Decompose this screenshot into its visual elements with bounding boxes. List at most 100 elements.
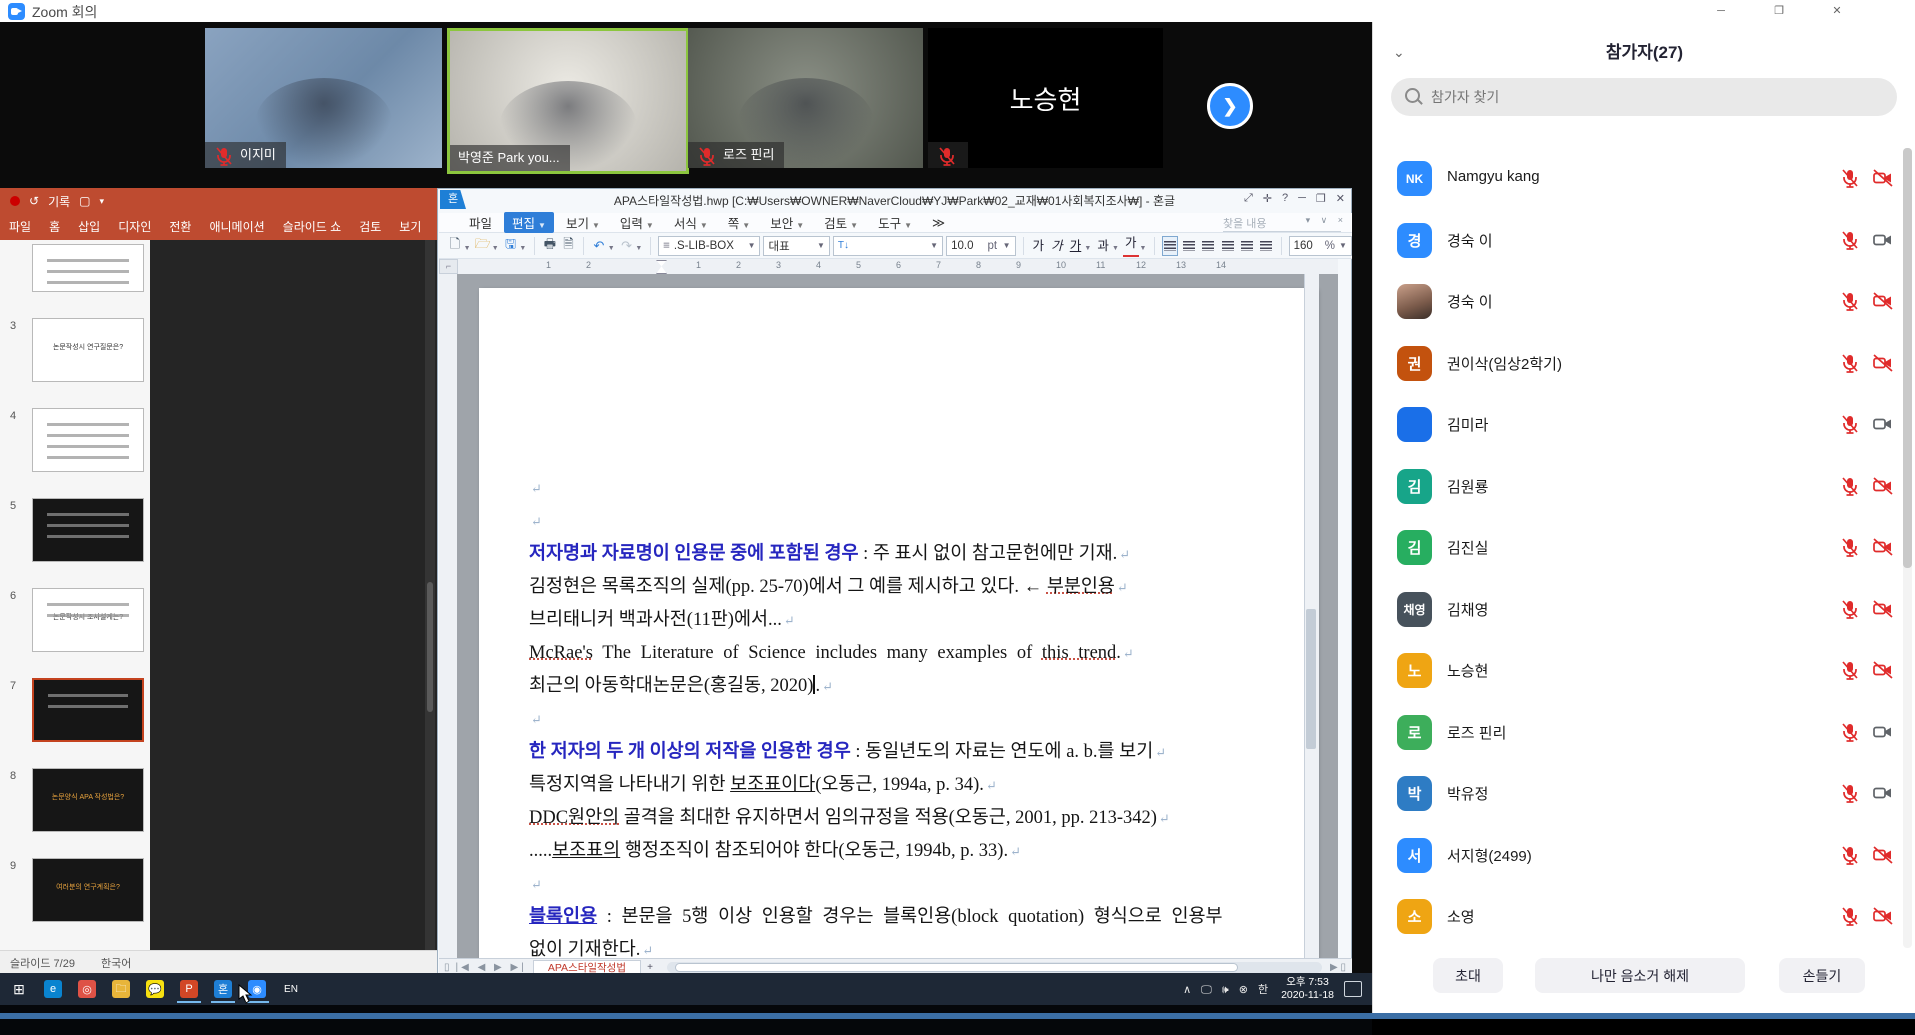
participant-row[interactable]: 김미라 [1373,394,1915,455]
participant-row[interactable]: NKNamgyu kang [1373,148,1915,209]
undo-icon[interactable]: ↺ [29,194,39,208]
paragraph-style-combo[interactable]: ≡.S-LIB-BOX▼ [658,236,760,256]
open-button[interactable]: 🗁 [475,236,491,256]
action-center-icon[interactable] [1344,981,1362,997]
hwp-vscrollbar-thumb[interactable] [1306,609,1316,749]
highlight-button[interactable]: 가 [1123,235,1139,257]
taskbar-kakaotalk-icon[interactable]: 💬 [140,975,170,1003]
maximize-button[interactable]: ❐ [1759,0,1799,22]
panel-scrollbar-thumb[interactable] [1903,148,1912,568]
font-size-combo[interactable]: 10.0pt▼ [946,236,1016,256]
style-combo[interactable]: 대표▼ [763,236,829,256]
participant-search-input[interactable] [1391,78,1897,116]
hwp-menu-파일[interactable]: 파일 [461,212,500,233]
hwp-menu-입력[interactable]: 입력▼ [612,212,662,233]
tray-icon[interactable]: 한 [1258,984,1268,996]
hwp-menu-보기[interactable]: 보기▼ [558,212,608,233]
hwp-menu-검토[interactable]: 검토▼ [816,212,866,233]
save-icon[interactable]: ▢ [79,194,90,208]
ppt-menu-보기[interactable]: 보기 [390,214,430,240]
slide-thumbnail[interactable] [32,498,144,562]
align-button-2[interactable] [1200,236,1216,256]
raise-hand-button[interactable]: 손들기 [1779,958,1865,993]
underline-button[interactable]: 가 [1068,236,1084,256]
taskbar-clock[interactable]: 오후 7:532020-11-18 [1281,976,1334,1002]
participant-row[interactable]: 경숙 이 [1373,271,1915,332]
tray-icon[interactable]: ⊗ [1239,984,1248,996]
video-tile[interactable]: 로즈 핀리 [688,28,923,168]
slide-thumbnail[interactable] [32,678,144,742]
italic-button[interactable]: 가 [1049,236,1065,256]
line-spacing-combo[interactable]: 160%▼ [1289,236,1352,256]
invite-button[interactable]: 초대 [1433,958,1503,993]
video-tile[interactable]: 노승현 [928,28,1163,168]
hwp-menu-서식[interactable]: 서식▼ [666,212,716,233]
slide-thumbnail[interactable]: 논문작성시 연구질문은? [32,318,144,382]
participant-row[interactable]: 박박유정 [1373,763,1915,824]
align-button-4[interactable] [1239,236,1255,256]
chevron-down-icon[interactable]: ▾ [100,196,105,207]
taskbar-chrome-icon[interactable]: ◎ [72,975,102,1003]
align-button-3[interactable] [1220,236,1236,256]
slide-thumbnail[interactable] [32,408,144,472]
undo-button[interactable]: ↶ [591,236,607,256]
indent-marker[interactable] [656,260,667,274]
taskbar-start-icon[interactable]: ⊞ [4,975,34,1003]
find-controls[interactable]: ▾ ∨ × [1306,215,1347,226]
redo-button[interactable]: ↷ [619,236,635,256]
page-setup-corner-button[interactable]: ⌐ [439,259,458,274]
hwp-horizontal-scrollbar[interactable] [667,962,1322,973]
taskbar-hwp-icon[interactable]: 혼 [208,975,238,1003]
tray-icon[interactable]: 🖵 [1201,984,1212,996]
participant-row[interactable]: 권권이삭(임상2학기) [1373,333,1915,394]
participant-row[interactable]: 노노승현 [1373,640,1915,701]
new-document-button[interactable]: 🗋 [447,236,463,256]
language-indicator[interactable]: 한국어 [101,955,131,971]
document-text[interactable]: ↵↵저자명과 자료명이 인용문 중에 포함된 경우 : 주 표시 없이 참고문헌… [529,472,1302,958]
participant-row[interactable]: 로로즈 핀리 [1373,702,1915,763]
participant-row[interactable]: 김김진실 [1373,517,1915,578]
slide-thumbnail[interactable]: 논문양식 APA 작성법은? [32,768,144,832]
participant-row[interactable]: 채영김채영 [1373,579,1915,640]
slide-thumbnail[interactable]: 여러분의 연구계획은? [32,858,144,922]
video-tile[interactable]: 박영준 Park you... [447,28,689,174]
ppt-menu-파일[interactable]: 파일 [0,214,40,240]
taskbar-ime-en-icon[interactable]: EN [276,975,306,1003]
hwp-control-⤢[interactable]: ⤢ [1244,192,1253,205]
ppt-menu-전환[interactable]: 전환 [160,214,200,240]
slide-thumbnail[interactable]: 논문작성시 조사설계는? [32,588,144,652]
print-preview-button[interactable]: 🗎 [561,236,577,256]
hwp-menu-도구[interactable]: 도구▼ [870,212,920,233]
hwp-control-✕[interactable]: ✕ [1336,192,1345,205]
outline-button[interactable]: 과 [1095,236,1111,256]
slide-thumbnail[interactable] [32,244,144,292]
participant-row[interactable]: 소소영 [1373,886,1915,947]
hwp-control-─[interactable]: ─ [1298,192,1306,205]
taskbar-powerpoint-icon[interactable]: P [174,975,204,1003]
hwp-window-controls[interactable]: ⤢✛?─❐✕ [1244,192,1345,205]
ppt-menu-검토[interactable]: 검토 [350,214,390,240]
participant-row[interactable]: 경경숙 이 [1373,210,1915,271]
close-button[interactable]: ✕ [1817,0,1857,22]
bold-button[interactable]: 가 [1030,236,1046,256]
hwp-control-❐[interactable]: ❐ [1316,192,1326,205]
hscrollbar-thumb[interactable] [675,963,1238,972]
font-combo[interactable]: T↓▼ [833,236,943,256]
document-page[interactable]: ↵↵저자명과 자료명이 인용문 중에 포함된 경우 : 주 표시 없이 참고문헌… [479,288,1316,958]
align-button-0[interactable] [1162,236,1178,256]
ppt-menu-애니메이션[interactable]: 애니메이션 [200,214,273,240]
hwp-menu-≫[interactable]: ≫ [924,214,953,231]
tab-nav-buttons[interactable]: |◀ ◀ ▶ ▶| [456,962,527,973]
unmute-self-button[interactable]: 나만 음소거 해제 [1535,958,1745,993]
hwp-control-✛[interactable]: ✛ [1263,192,1272,205]
ppt-menu-삽입[interactable]: 삽입 [69,214,109,240]
print-button[interactable]: 🖶 [542,236,558,256]
next-page-videos-button[interactable]: ❯ [1207,83,1253,129]
hwp-menu-보안[interactable]: 보안▼ [762,212,812,233]
video-tile[interactable]: 이지미 [205,28,442,168]
add-tab-button[interactable]: + [641,962,659,973]
align-button-5[interactable] [1258,236,1274,256]
tray-icon[interactable]: ∧ [1183,984,1191,996]
ppt-menu-홈[interactable]: 홈 [40,214,69,240]
participant-row[interactable]: 김김원룡 [1373,456,1915,517]
